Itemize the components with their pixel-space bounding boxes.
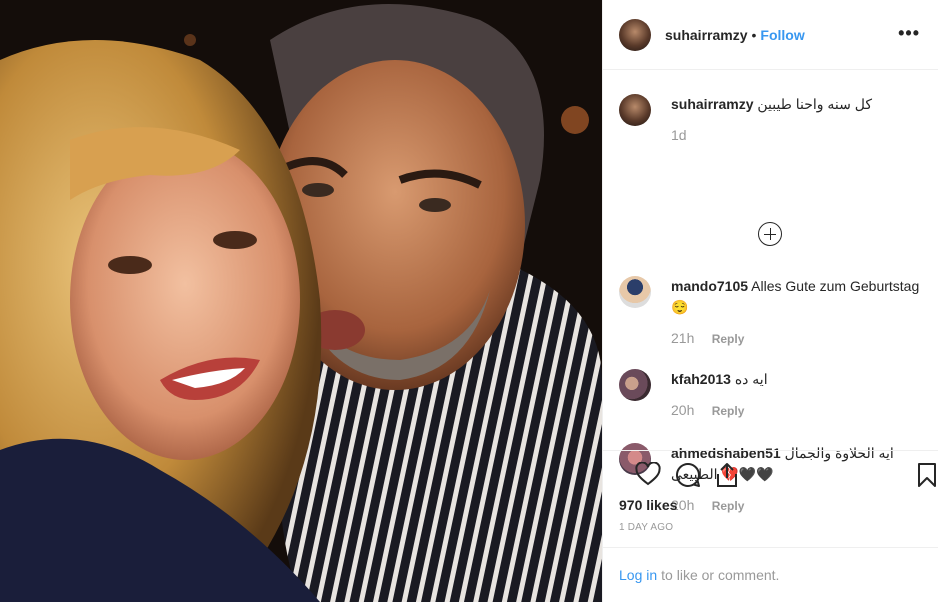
commenter-avatar[interactable]: [619, 276, 651, 308]
likes-count[interactable]: 970 likes: [619, 497, 922, 513]
share-icon[interactable]: [715, 462, 739, 488]
post-actions: 970 likes 1 DAY AGO: [603, 450, 938, 533]
comment-item: kfah2013 ايه ده 20h Reply: [619, 369, 922, 418]
post-date[interactable]: 1 DAY AGO: [619, 522, 922, 533]
caption: suhairramzy كل سنه واحنا طيبين 1d: [619, 94, 922, 143]
photo-illustration: [0, 0, 602, 602]
caption-time[interactable]: 1d: [671, 127, 687, 143]
author-avatar[interactable]: [619, 18, 651, 51]
comment-meta: 20h Reply: [671, 402, 922, 418]
comment-meta: 21h Reply: [671, 330, 922, 346]
comment-username[interactable]: kfah2013: [671, 371, 731, 387]
post-photo[interactable]: [0, 0, 602, 602]
action-icons: [619, 451, 936, 497]
comment-text: ايه ده: [734, 371, 768, 387]
follow-button[interactable]: Follow: [760, 27, 804, 43]
plus-circle-icon[interactable]: [758, 222, 782, 246]
caption-body: suhairramzy كل سنه واحنا طيبين: [671, 94, 922, 115]
comment-time[interactable]: 21h: [671, 330, 694, 346]
login-prompt: Log in to like or comment.: [603, 547, 938, 602]
comment-body: mando7105 Alles Gute zum Geburtstag😌: [671, 276, 922, 318]
caption-meta: 1d: [671, 127, 922, 143]
comment-username[interactable]: mando7105: [671, 278, 748, 294]
heart-icon[interactable]: [635, 462, 661, 486]
caption-username[interactable]: suhairramzy: [671, 96, 753, 112]
reply-button[interactable]: Reply: [712, 332, 745, 346]
post-side-panel: suhairramzy • Follow ••• suhairramzy كل …: [602, 0, 938, 602]
bookmark-icon[interactable]: [917, 462, 937, 488]
comments-section: suhairramzy كل سنه واحنا طيبين 1d mando7…: [603, 70, 938, 513]
login-prompt-text: to like or comment.: [661, 567, 780, 583]
more-options-icon[interactable]: •••: [898, 24, 920, 42]
reply-button[interactable]: Reply: [712, 404, 745, 418]
separator-dot: •: [751, 26, 757, 43]
comment-body: kfah2013 ايه ده: [671, 369, 922, 390]
login-link[interactable]: Log in: [619, 567, 657, 583]
author-username[interactable]: suhairramzy: [665, 27, 747, 43]
commenter-avatar[interactable]: [619, 369, 651, 401]
caption-text: كل سنه واحنا طيبين: [757, 96, 873, 112]
comment-icon[interactable]: [675, 462, 701, 488]
caption-avatar[interactable]: [619, 94, 651, 126]
comment-time[interactable]: 20h: [671, 402, 694, 418]
post-header: suhairramzy • Follow •••: [603, 0, 938, 70]
comment-item: mando7105 Alles Gute zum Geburtstag😌 21h…: [619, 276, 922, 346]
